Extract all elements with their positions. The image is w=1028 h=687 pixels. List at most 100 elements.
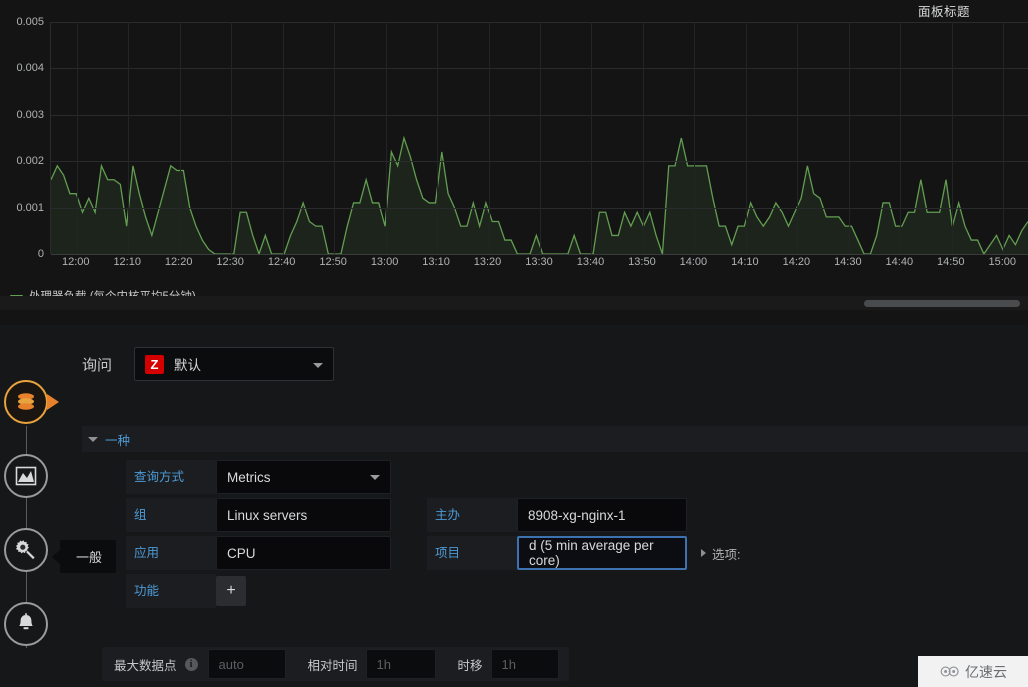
gridline-vertical [952, 22, 953, 254]
query-row-application-item: 应用 CPU 项目 d (5 min average per core) 选项: [126, 534, 1028, 572]
gridline-vertical [900, 22, 901, 254]
info-icon[interactable]: i [184, 657, 198, 671]
x-axis-tick: 14:20 [782, 256, 811, 268]
x-axis-tick: 15:00 [988, 256, 1017, 268]
application-input[interactable]: CPU [216, 536, 391, 570]
query-options-bar: 最大数据点 i auto 相对时间 1h 时移 1h [102, 647, 569, 681]
watermark-text: 亿速云 [965, 664, 1007, 681]
sidebar-item-alerts[interactable] [4, 602, 48, 646]
gridline-vertical [540, 22, 541, 254]
query-row-functions: 功能 + [126, 572, 1028, 610]
graph-plot-area: 0 0.001 0.002 0.003 0.004 0.005 12:00 12:10 12:… [0, 16, 1028, 284]
gridline-vertical [180, 22, 181, 254]
editor-tab-rail: 一般 [0, 380, 117, 680]
group-input[interactable]: Linux servers [216, 498, 391, 532]
gridline-vertical [386, 22, 387, 254]
watermark: 亿速云 [918, 656, 1028, 687]
host-label: 主办 [427, 498, 517, 532]
sidebar-item-datasource[interactable] [4, 380, 59, 424]
query-mode-label: 查询方式 [126, 460, 216, 494]
y-axis-tick: 0.002 [16, 155, 44, 168]
horizontal-scrollbar[interactable] [0, 296, 1028, 310]
x-axis-tick: 13:30 [525, 256, 553, 268]
datasource-tab-circle [4, 380, 59, 424]
gridline-vertical [437, 22, 438, 254]
database-icon [18, 393, 34, 410]
y-axis-tick: 0.005 [16, 16, 44, 28]
host-value: 8908-xg-nginx-1 [528, 507, 626, 523]
query-row-mode: 查询方式 Metrics [126, 458, 1028, 496]
app-root: 面板标题 0 0.001 0.002 0.003 0.004 0.005 12:00 12:… [0, 0, 1028, 687]
datasource-picker[interactable]: Z 默认 [134, 347, 335, 381]
chevron-down-icon[interactable] [313, 363, 324, 368]
query-fields-grid: 查询方式 Metrics 组 Linux servers 主办 8908-xg-… [126, 458, 1028, 610]
x-axis-tick: 13:10 [422, 256, 450, 268]
x-axis-tick: 14:00 [679, 256, 708, 268]
general-tab-tooltip: 一般 [60, 540, 117, 573]
options-label: 选项: [712, 547, 741, 562]
application-value: CPU [227, 545, 256, 561]
general-tab-tooltip-text: 一般 [76, 550, 103, 565]
general-tab-circle [4, 528, 48, 572]
graph-grid [50, 22, 1028, 255]
x-axis-tick: 12:20 [164, 256, 193, 268]
gridline-vertical [489, 22, 490, 254]
x-axis-tick: 13:00 [370, 256, 399, 268]
chevron-right-icon [701, 549, 706, 557]
horizontal-scrollbar-thumb[interactable] [864, 300, 1020, 307]
cloud-icon [940, 666, 959, 677]
x-axis-tick: 12:10 [113, 256, 141, 268]
general-settings-icon [15, 540, 36, 560]
x-axis-tick: 13:50 [628, 256, 656, 268]
query-mode-value: Metrics [227, 469, 271, 485]
application-label: 应用 [126, 536, 216, 570]
gridline-vertical [797, 22, 798, 254]
group-value: Linux servers [227, 507, 308, 523]
max-data-points-input[interactable]: auto [207, 649, 286, 679]
x-axis-tick: 12:30 [216, 256, 244, 268]
visualization-tab-circle [4, 454, 48, 498]
gridline-horizontal [51, 254, 1028, 255]
chevron-down-icon[interactable] [370, 475, 380, 480]
item-input[interactable]: d (5 min average per core) [517, 536, 687, 570]
add-function-button[interactable]: + [216, 576, 246, 606]
time-shift-input[interactable]: 1h [490, 649, 559, 679]
y-axis-tick: 0.003 [16, 108, 44, 121]
query-section-label: 询问 [82, 356, 113, 374]
sidebar-item-general[interactable] [4, 528, 48, 572]
query-mode-select[interactable]: Metrics [216, 460, 391, 494]
x-axis-tick: 12:00 [61, 256, 90, 268]
query-row-group-host: 组 Linux servers 主办 8908-xg-nginx-1 [126, 496, 1028, 534]
x-axis-tick: 14:50 [937, 256, 965, 268]
gridline-vertical [283, 22, 284, 254]
host-input[interactable]: 8908-xg-nginx-1 [517, 498, 687, 532]
gridline-vertical [231, 22, 232, 254]
y-axis-labels: 0 0.001 0.002 0.003 0.004 0.005 [0, 16, 48, 260]
alerts-tab-circle [4, 602, 48, 646]
x-axis-tick: 13:20 [473, 256, 502, 268]
relative-time-input[interactable]: 1h [365, 649, 436, 679]
gridline-vertical [849, 22, 850, 254]
gridline-vertical [334, 22, 335, 254]
chevron-down-icon[interactable] [88, 436, 98, 442]
zabbix-logo-icon: Z [145, 354, 165, 374]
gridline-vertical [591, 22, 592, 254]
options-toggle[interactable]: 选项: [701, 544, 740, 563]
x-axis-tick: 12:40 [267, 256, 296, 268]
x-axis-tick: 14:40 [885, 256, 914, 268]
sidebar-item-visualization[interactable] [4, 454, 48, 498]
panel-title: 面板标题 [0, 0, 1028, 20]
gridline-vertical [694, 22, 695, 254]
x-axis-labels: 12:00 12:10 12:20 12:30 12:40 12:50 13:00 13:10… [50, 256, 1028, 274]
item-value: d (5 min average per core) [529, 538, 654, 568]
gridline-vertical [1003, 22, 1004, 254]
gridline-vertical [128, 22, 129, 254]
x-axis-tick: 14:10 [731, 256, 759, 268]
query-row-header[interactable]: 一种 [82, 426, 1028, 452]
x-axis-tick: 12:50 [319, 256, 347, 268]
group-label: 组 [126, 498, 216, 532]
query-header: 询问 Z 默认 [82, 347, 335, 381]
datasource-name: 默认 [174, 358, 202, 373]
y-axis-tick: 0.001 [16, 201, 44, 214]
item-label: 项目 [427, 536, 517, 570]
